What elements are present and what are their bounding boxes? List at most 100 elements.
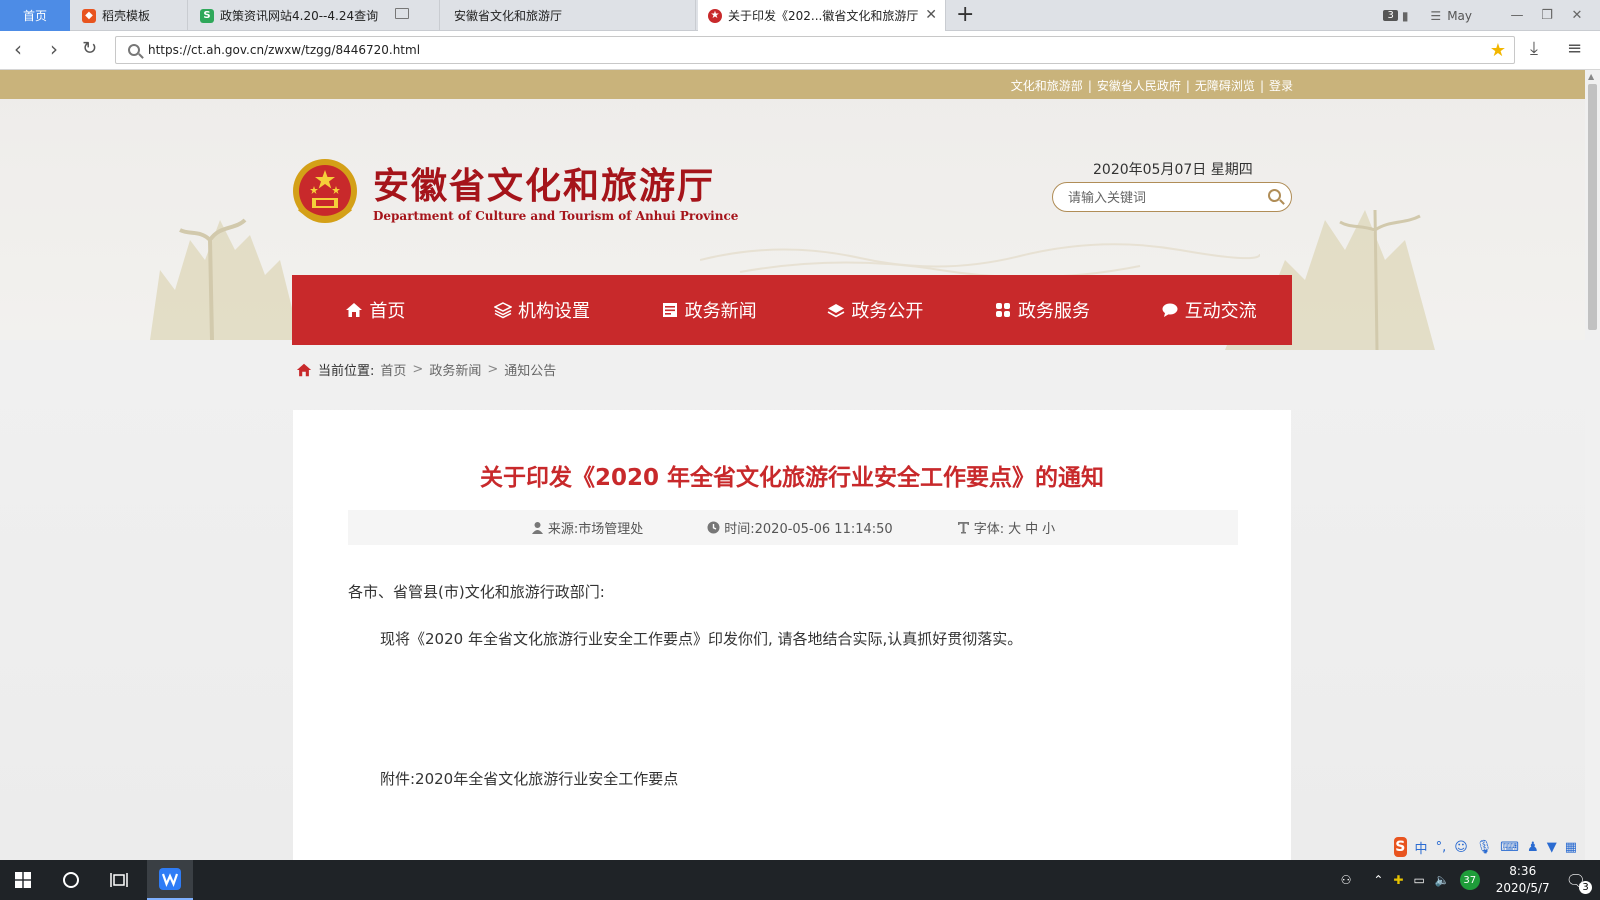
tab-list-icon[interactable]: ▮	[1402, 9, 1409, 23]
punctuation-icon[interactable]: °,	[1436, 840, 1447, 855]
network-icon[interactable]: ▭	[1413, 873, 1424, 887]
user-menu-label[interactable]: May	[1447, 9, 1472, 23]
breadcrumb-gov-news[interactable]: 政务新闻	[429, 360, 481, 379]
minimize-icon[interactable]: —	[1502, 8, 1532, 23]
nav-interaction[interactable]: 互动交流	[1125, 275, 1292, 345]
home-icon	[346, 303, 363, 317]
nav-gov-news[interactable]: 政务新闻	[625, 275, 792, 345]
tab-home[interactable]: 首页	[0, 0, 70, 31]
article-title: 关于印发《2020 年全省文化旅游行业安全工作要点》的通知	[479, 465, 1105, 491]
national-emblem-logo	[293, 159, 357, 223]
windows-taskbar: ⚇ ⌃ ✚ ▭ 🔈 37 8:36 2020/5/7 🗨 3	[0, 860, 1600, 900]
menu-lines-icon[interactable]: ☰	[1430, 9, 1441, 23]
tray-expand-icon[interactable]: ⌃	[1373, 873, 1383, 887]
search-input[interactable]	[1066, 188, 1260, 208]
article-source: 来源:市场管理处	[531, 518, 643, 537]
font-size-large[interactable]: 大	[1008, 518, 1021, 537]
top-link-provincial-gov[interactable]: 安徽省人民政府	[1097, 79, 1181, 93]
notification-count: 3	[1579, 880, 1592, 894]
nav-home[interactable]: 首页	[292, 275, 459, 345]
article-time: 时间:2020-05-06 11:14:50	[707, 518, 893, 537]
browser-tab-strip: 首页 ◆ 稻壳模板 S 政策资讯网站4.20--4.24查询 安徽省文化和旅游厅…	[0, 0, 1600, 31]
tab-docer-templates[interactable]: ◆ 稻壳模板	[72, 0, 188, 31]
volume-icon[interactable]: 🔈	[1435, 873, 1450, 887]
nav-label: 机构设置	[518, 301, 590, 322]
home-icon	[296, 363, 312, 376]
article-panel: 关于印发《2020 年全省文化旅游行业安全工作要点》的通知 来源:市场管理处 时…	[293, 410, 1291, 860]
search-icon[interactable]	[1268, 189, 1281, 202]
back-icon[interactable]: ‹	[14, 38, 22, 60]
tab-label: 关于印发《202...徽省文化和旅游厅	[728, 9, 919, 23]
tab-label: 首页	[22, 9, 47, 23]
emoji-icon[interactable]: ☺	[1454, 840, 1468, 855]
breadcrumb: 当前位置: 首页 > 政务新闻 > 通知公告	[296, 360, 556, 379]
people-icon[interactable]: ⚇	[1341, 873, 1352, 887]
start-button[interactable]	[0, 860, 46, 900]
close-window-icon[interactable]: ✕	[1562, 8, 1592, 23]
scrollbar-thumb[interactable]	[1588, 84, 1597, 330]
taskbar-app-browser[interactable]	[147, 860, 193, 900]
top-link-accessibility[interactable]: 无障碍浏览	[1195, 79, 1255, 93]
ime-toolbar: S 中 °, ☺ 🎙 ⌨ ♟ ▼ ▦	[1394, 835, 1585, 859]
article-salutation: 各市、省管县(市)文化和旅游行政部门:	[348, 583, 605, 601]
breadcrumb-label: 当前位置:	[318, 364, 375, 379]
docer-favicon-icon: ◆	[82, 8, 96, 23]
clock-date: 2020/5/7	[1495, 881, 1550, 895]
tab-policy-news[interactable]: S 政策资讯网站4.20--4.24查询	[190, 0, 440, 31]
font-size-small[interactable]: 小	[1042, 518, 1055, 537]
site-title: 安徽省文化和旅游厅	[373, 165, 716, 207]
download-icon[interactable]: ⤓	[1530, 38, 1538, 60]
clock-icon	[707, 521, 720, 534]
font-size-switcher: 字体: 大 中 小	[957, 518, 1055, 537]
keyboard-icon[interactable]: ⌨	[1500, 840, 1519, 855]
article-meta: 来源:市场管理处 时间:2020-05-06 11:14:50 字体: 大 中 …	[348, 510, 1238, 545]
source-text: 来源:市场管理处	[547, 522, 644, 537]
tab-count-badge[interactable]: 3	[1383, 10, 1398, 21]
sogou-ime-icon[interactable]: S	[1394, 837, 1407, 857]
nav-label: 政务服务	[1018, 301, 1091, 322]
toolbox-icon[interactable]: ▦	[1565, 840, 1577, 855]
skin-icon[interactable]: ▼	[1547, 840, 1557, 855]
breadcrumb-home[interactable]: 首页	[380, 360, 406, 379]
browser-menu-icon[interactable]: ≡	[1567, 38, 1582, 60]
font-size-medium[interactable]: 中	[1025, 518, 1038, 537]
nav-gov-services[interactable]: 政务服务	[959, 275, 1126, 345]
emblem-favicon-icon: ★	[708, 8, 722, 23]
user-icon[interactable]: ♟	[1527, 840, 1539, 855]
page-scrollbar[interactable]: ▲	[1585, 70, 1600, 860]
current-date: 2020年05月07日 星期四	[1093, 162, 1253, 178]
web-page: 文化和旅游部 | 安徽省人民政府 | 无障碍浏览 | 登录 安徽省文化和旅游厅 Depart…	[0, 70, 1585, 860]
forward-icon[interactable]: ›	[50, 38, 58, 60]
cast-icon[interactable]	[395, 8, 409, 19]
ime-mode[interactable]: 中	[1415, 838, 1428, 857]
address-bar[interactable]: https://ct.ah.gov.cn/zwxw/tzgg/8446720.h…	[115, 36, 1515, 64]
notification-center-icon[interactable]: 🗨 3	[1566, 871, 1592, 894]
browser-toolbar: ‹ › ↻ https://ct.ah.gov.cn/zwxw/tzgg/844…	[0, 31, 1600, 70]
top-link-login[interactable]: 登录	[1269, 79, 1293, 93]
scroll-up-icon[interactable]: ▲	[1588, 72, 1594, 81]
new-tab-button[interactable]: +	[956, 2, 974, 28]
article-attachment[interactable]: 附件:2020年全省文化旅游行业安全工作要点	[380, 768, 678, 789]
tab-anhui-culture[interactable]: 安徽省文化和旅游厅	[442, 0, 696, 31]
top-link-ministry[interactable]: 文化和旅游部	[1011, 79, 1083, 93]
system-clock[interactable]: 8:36 2020/5/7	[1496, 863, 1550, 897]
nav-gov-disclosure[interactable]: 政务公开	[792, 275, 959, 345]
task-view-button[interactable]	[96, 860, 142, 900]
chat-icon	[1162, 303, 1178, 317]
nav-organization[interactable]: 机构设置	[459, 275, 626, 345]
restore-icon[interactable]: ❐	[1532, 8, 1562, 23]
cortana-search-button[interactable]	[48, 860, 94, 900]
tab-label: 稻壳模板	[102, 9, 151, 23]
microphone-icon[interactable]: 🎙	[1476, 840, 1493, 855]
security-badge-icon[interactable]: 37	[1459, 870, 1480, 890]
tray-app-icon[interactable]: ✚	[1393, 873, 1403, 887]
reload-icon[interactable]: ↻	[82, 38, 97, 60]
breadcrumb-separator: >	[412, 362, 424, 377]
url-text[interactable]: https://ct.ah.gov.cn/zwxw/tzgg/8446720.h…	[148, 43, 1490, 57]
tab-current-article[interactable]: ★ 关于印发《202...徽省文化和旅游厅 ✕	[698, 0, 946, 31]
close-tab-icon[interactable]: ✕	[925, 8, 937, 22]
grid-icon	[996, 303, 1011, 317]
main-navigation: 首页 机构设置 政务新闻 政务公开 政务服务 互动交流	[292, 275, 1292, 345]
breadcrumb-notices[interactable]: 通知公告	[504, 360, 556, 379]
bookmark-star-icon[interactable]: ★	[1490, 40, 1506, 61]
